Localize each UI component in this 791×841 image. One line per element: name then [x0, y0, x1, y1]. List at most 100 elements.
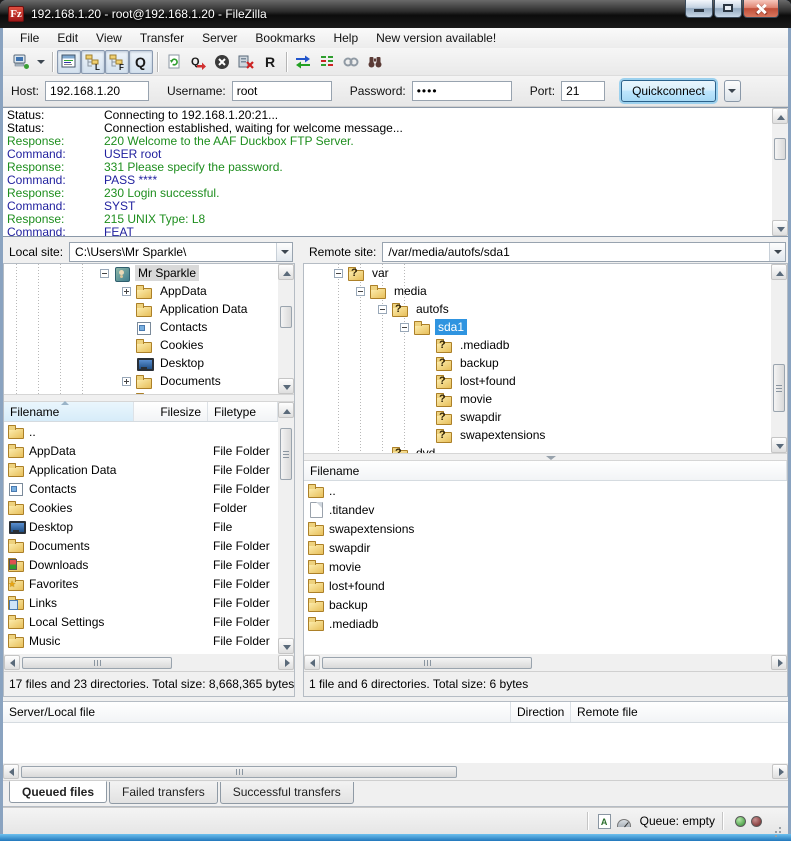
close-button[interactable] [743, 0, 779, 18]
remote-file-row[interactable]: .titandev [304, 500, 787, 519]
remote-tree-item[interactable]: movie [304, 390, 771, 408]
quickconnect-button[interactable]: Quickconnect [621, 80, 716, 102]
toggle-queue-button[interactable]: Q [129, 50, 153, 74]
scrollbar-thumb[interactable] [774, 138, 786, 160]
tree-item-label[interactable]: swapdir [457, 409, 504, 425]
local-file-row[interactable]: Documents File Folder [4, 536, 278, 555]
local-list-scrollbar[interactable] [278, 402, 294, 654]
local-file-row[interactable]: Music File Folder [4, 631, 278, 650]
tree-expander-icon[interactable] [122, 377, 131, 386]
scrollbar-thumb[interactable] [773, 364, 785, 412]
scrollbar-thumb[interactable] [322, 657, 532, 669]
disconnect-button[interactable] [234, 50, 258, 74]
remote-tree-item[interactable]: .mediadb [304, 336, 771, 354]
maximize-button[interactable] [714, 0, 742, 18]
site-manager-dropdown-button[interactable] [33, 50, 48, 74]
remote-list-hscrollbar[interactable] [304, 654, 787, 671]
minimize-button[interactable] [685, 0, 713, 18]
sync-browsing-button[interactable] [315, 50, 339, 74]
tree-item-label[interactable]: backup [457, 355, 502, 371]
transfer-type-icon[interactable]: A [598, 814, 611, 829]
tree-item-label[interactable]: AppData [157, 283, 210, 299]
reconnect-button[interactable]: R [258, 50, 282, 74]
title-bar[interactable]: Fz 192.168.1.20 - root@192.168.1.20 - Fi… [0, 0, 791, 28]
tree-item-label[interactable]: .mediadb [457, 337, 512, 353]
tree-expander-icon[interactable] [334, 269, 343, 278]
compare-directories-button[interactable] [291, 50, 315, 74]
column-header-filename[interactable]: Filename [304, 461, 787, 480]
queue-tab[interactable]: Successful transfers [220, 782, 354, 804]
menu-item[interactable]: View [87, 29, 131, 47]
local-file-row[interactable]: Downloads File Folder [4, 555, 278, 574]
menu-item[interactable]: New version available! [367, 29, 505, 47]
local-file-row[interactable]: Cookies Folder [4, 498, 278, 517]
scrollbar-thumb[interactable] [22, 657, 172, 669]
speed-limits-icon[interactable] [617, 819, 631, 827]
tree-item-label[interactable]: lost+found [457, 373, 519, 389]
queue-body[interactable] [3, 723, 788, 763]
remote-file-row[interactable]: movie [304, 557, 787, 576]
remote-tree-item[interactable]: backup [304, 354, 771, 372]
remote-tree-item[interactable]: autofs [304, 300, 771, 318]
remote-file-row[interactable]: lost+found [304, 576, 787, 595]
combo-arrow[interactable] [276, 243, 292, 261]
local-tree-item[interactable]: Documents [4, 372, 278, 390]
chain-link-button[interactable] [339, 50, 363, 74]
tree-item-label[interactable]: var [369, 265, 392, 281]
tree-item-label[interactable]: Cookies [157, 337, 206, 353]
username-input[interactable] [232, 81, 332, 101]
column-header-remote-file[interactable]: Remote file [571, 702, 788, 722]
scroll-left-button[interactable] [3, 764, 19, 779]
column-header-server-local-file[interactable]: Server/Local file [3, 702, 511, 722]
tree-item-label[interactable]: movie [457, 391, 495, 407]
remote-file-row[interactable]: .. [304, 481, 787, 500]
site-manager-button[interactable] [9, 50, 33, 74]
menu-item[interactable]: Transfer [131, 29, 193, 47]
local-pane-splitter[interactable] [4, 394, 294, 402]
column-header-filename[interactable]: Filename [4, 402, 134, 421]
menu-item[interactable]: Edit [48, 29, 87, 47]
scroll-down-button[interactable] [771, 437, 787, 453]
local-tree-item[interactable]: Cookies [4, 336, 278, 354]
host-input[interactable] [45, 81, 149, 101]
password-input[interactable] [412, 81, 512, 101]
scroll-left-button[interactable] [304, 655, 320, 670]
scroll-up-button[interactable] [278, 402, 294, 418]
queue-tab[interactable]: Failed transfers [109, 782, 218, 804]
quickconnect-dropdown-button[interactable] [724, 80, 741, 102]
local-tree-item[interactable]: Application Data [4, 300, 278, 318]
collapse-arrow-icon[interactable] [546, 456, 556, 460]
remote-file-row[interactable]: .mediadb [304, 614, 787, 633]
local-file-row[interactable]: AppData File Folder [4, 441, 278, 460]
local-tree-item[interactable]: Mr Sparkle [4, 264, 278, 282]
scroll-right-button[interactable] [771, 655, 787, 670]
menu-item[interactable]: Bookmarks [246, 29, 324, 47]
remote-tree-item[interactable]: var [304, 264, 771, 282]
remote-file-row[interactable]: swapextensions [304, 519, 787, 538]
local-file-row[interactable]: Contacts File Folder [4, 479, 278, 498]
remote-tree-item[interactable]: lost+found [304, 372, 771, 390]
menu-item[interactable]: Help [324, 29, 367, 47]
tree-item-label[interactable]: Mr Sparkle [135, 265, 199, 281]
scroll-right-button[interactable] [772, 764, 788, 779]
tree-item-label[interactable]: Contacts [157, 319, 210, 335]
message-log-scrollbar[interactable] [772, 108, 788, 236]
tree-item-label[interactable]: sda1 [435, 319, 467, 335]
cancel-button[interactable] [210, 50, 234, 74]
scrollbar-thumb[interactable] [280, 428, 292, 480]
tree-expander-icon[interactable] [378, 305, 387, 314]
tree-item-label[interactable]: autofs [413, 301, 452, 317]
toggle-remote-tree-button[interactable]: F [105, 50, 129, 74]
local-tree-scrollbar[interactable] [278, 264, 294, 394]
remote-file-row[interactable]: backup [304, 595, 787, 614]
scroll-left-button[interactable] [4, 655, 20, 670]
tree-expander-icon[interactable] [100, 269, 109, 278]
local-file-row[interactable]: Links File Folder [4, 593, 278, 612]
local-site-combo[interactable]: C:\Users\Mr Sparkle\ [69, 242, 293, 262]
local-file-row[interactable]: .. [4, 422, 278, 441]
tree-expander-icon[interactable] [356, 287, 365, 296]
tree-item-label[interactable]: Application Data [157, 301, 250, 317]
remote-file-row[interactable]: swapdir [304, 538, 787, 557]
remote-pane-splitter[interactable] [304, 453, 787, 461]
local-file-row[interactable]: Desktop File [4, 517, 278, 536]
